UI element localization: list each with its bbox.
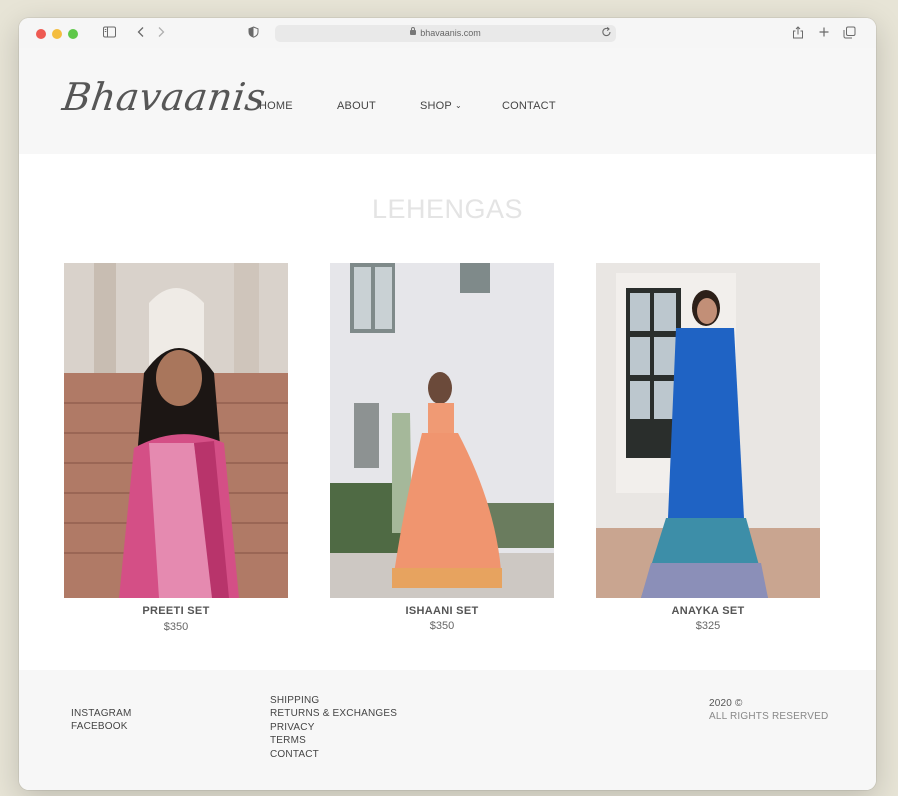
nav-shop[interactable]: SHOP ⌄	[420, 100, 462, 112]
product-name[interactable]: ANAYKA SET	[596, 605, 820, 617]
nav-about[interactable]: ABOUT	[337, 100, 376, 112]
new-tab-icon[interactable]	[818, 26, 832, 40]
nav-home[interactable]: HOME	[259, 100, 293, 112]
copyright-year: 2020 ©	[709, 698, 743, 709]
footer-links: SHIPPING RETURNS & EXCHANGES PRIVACY TER…	[270, 694, 397, 761]
address-bar[interactable]: bhavaanis.com	[275, 25, 616, 42]
page-title: LEHENGAS	[371, 194, 524, 224]
footer-link-contact[interactable]: CONTACT	[270, 748, 397, 761]
footer-social: INSTAGRAM FACEBOOK	[71, 707, 132, 734]
site-footer: INSTAGRAM FACEBOOK SHIPPING RETURNS & EX…	[19, 670, 876, 790]
copyright-rights: ALL RIGHTS RESERVED	[709, 711, 829, 723]
reload-icon[interactable]	[601, 26, 615, 40]
product-card[interactable]: ISHAANI SET $350	[330, 263, 554, 632]
privacy-shield-icon[interactable]	[248, 26, 262, 40]
address-text: bhavaanis.com	[420, 28, 481, 38]
footer-link-instagram[interactable]: INSTAGRAM	[71, 707, 132, 720]
footer-link-returns[interactable]: RETURNS & EXCHANGES	[270, 707, 397, 720]
product-name[interactable]: ISHAANI SET	[330, 605, 554, 617]
product-image[interactable]	[64, 263, 288, 598]
close-window-button[interactable]	[36, 29, 46, 39]
product-price: $350	[163, 621, 189, 633]
lock-icon	[410, 27, 417, 35]
footer-link-facebook[interactable]: FACEBOOK	[71, 720, 132, 733]
browser-toolbar: bhavaanis.com	[19, 18, 876, 49]
back-icon[interactable]	[136, 26, 150, 40]
product-card[interactable]: PREETI SET $350	[64, 263, 288, 633]
site-logo[interactable]: Bhavaanis	[60, 75, 269, 119]
footer-copyright: 2020 © ALL RIGHTS RESERVED	[709, 697, 828, 724]
footer-link-privacy[interactable]: PRIVACY	[270, 721, 397, 734]
chevron-down-icon: ⌄	[454, 101, 462, 110]
minimize-window-button[interactable]	[52, 29, 62, 39]
footer-link-terms[interactable]: TERMS	[270, 734, 397, 747]
site-header: Bhavaanis HOME ABOUT SHOP ⌄ CONTACT	[19, 48, 876, 154]
forward-icon[interactable]	[156, 26, 170, 40]
sidebar-toggle-icon[interactable]	[103, 26, 117, 40]
product-price: $325	[695, 620, 721, 632]
zoom-window-button[interactable]	[68, 29, 78, 39]
product-price: $350	[429, 620, 455, 632]
product-image[interactable]	[330, 263, 554, 598]
nav-shop-label: SHOP	[420, 100, 452, 112]
product-name[interactable]: PREETI SET	[64, 605, 288, 617]
browser-window: bhavaanis.com Bhavaanis HOME ABOUT SHOP ⌄…	[19, 18, 876, 790]
product-card[interactable]: ANAYKA SET $325	[596, 263, 820, 632]
footer-link-shipping[interactable]: SHIPPING	[270, 694, 397, 707]
product-image[interactable]	[596, 263, 820, 598]
tab-overview-icon[interactable]	[843, 26, 857, 40]
nav-contact[interactable]: CONTACT	[502, 100, 556, 112]
share-icon[interactable]	[792, 26, 806, 40]
